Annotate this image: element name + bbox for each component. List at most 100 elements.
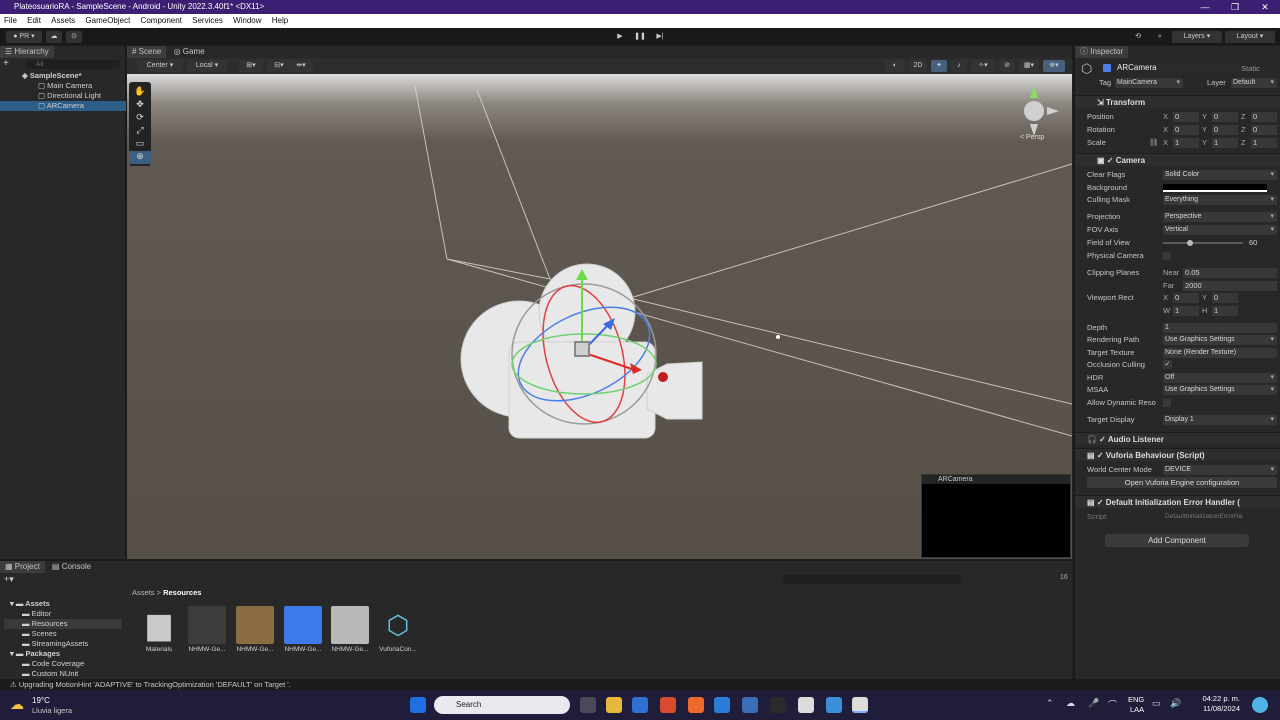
clear-flags-dropdown[interactable]: Solid Color	[1163, 170, 1277, 180]
shading-icon[interactable]: ◐	[885, 60, 905, 72]
world-center-dropdown[interactable]: DEVICE	[1163, 465, 1277, 475]
cloud-icon[interactable]: ☁	[46, 31, 62, 43]
pause-icon[interactable]: ❚❚	[632, 31, 648, 43]
language-secondary[interactable]: LAA	[1130, 705, 1144, 714]
rotation-x-field[interactable]: 0	[1173, 125, 1199, 135]
tab-inspector[interactable]: ⓘ Inspector	[1075, 46, 1129, 58]
tab-game[interactable]: ◎ Game	[169, 46, 210, 58]
clock-date[interactable]: 11/08/2024	[1190, 704, 1240, 713]
scene-root[interactable]: ◈ SampleScene*	[0, 71, 126, 81]
vuforia-config-icon[interactable]: ⬡	[379, 606, 417, 644]
hierarchy-search-input[interactable]: All	[26, 60, 120, 69]
mail-icon[interactable]	[714, 697, 730, 713]
pivot-dropdown[interactable]: Center ▾	[137, 60, 183, 72]
volume-icon[interactable]: 🔊	[1170, 698, 1181, 709]
camera-settings-icon[interactable]: ▦▾	[1019, 60, 1039, 72]
asset-thumb-2[interactable]	[236, 606, 274, 644]
step-icon[interactable]: ▶|	[652, 31, 668, 43]
target-texture-field[interactable]: None (Render Texture)	[1163, 348, 1277, 358]
tab-console[interactable]: ▤ Console	[47, 561, 96, 573]
status-message[interactable]: Upgrading MotionHint 'ADAPTIVE' to Track…	[19, 680, 291, 689]
hierarchy-item-arcamera[interactable]: ▢ ARCamera	[0, 101, 126, 111]
viewport-y-field[interactable]: 0	[1212, 293, 1238, 303]
tab-hierarchy[interactable]: ☰ Hierarchy	[0, 46, 54, 58]
far-field[interactable]: 2000	[1183, 281, 1277, 291]
tree-code-coverage[interactable]: ▬ Code Coverage	[4, 659, 122, 669]
fov-slider-handle[interactable]	[1187, 240, 1193, 246]
occlusion-checkbox[interactable]: ✓	[1163, 360, 1172, 369]
tree-editor[interactable]: ▬ Editor	[4, 609, 122, 619]
viewport-w-field[interactable]: 1	[1173, 306, 1199, 316]
rotate-tool-icon[interactable]: ⟳	[129, 112, 151, 125]
hierarchy-item-main-camera[interactable]: ▢ Main Camera	[0, 81, 126, 91]
network-icon[interactable]: ▭	[1152, 698, 1161, 709]
close-icon[interactable]: ✕	[1250, 0, 1280, 14]
chrome-icon[interactable]	[660, 697, 676, 713]
folder-icon[interactable]: ▆	[140, 606, 178, 644]
language-primary[interactable]: ENG	[1128, 695, 1144, 704]
asset-thumb-3[interactable]	[284, 606, 322, 644]
tree-streaming-assets[interactable]: ▬ StreamingAssets	[4, 639, 122, 649]
move-tool-icon[interactable]: ✥	[129, 99, 151, 112]
position-z-field[interactable]: 0	[1251, 112, 1277, 122]
rotation-z-field[interactable]: 0	[1251, 125, 1277, 135]
tree-packages[interactable]: ▾ ▬ Packages	[4, 649, 122, 659]
mode-2d-toggle[interactable]: 2D	[909, 60, 927, 72]
effects-icon[interactable]: ✧▾	[971, 60, 995, 72]
object-name-field[interactable]: ARCamera	[1115, 63, 1239, 73]
culling-mask-dropdown[interactable]: Everything	[1163, 195, 1277, 205]
breadcrumb-resources[interactable]: Resources	[163, 588, 201, 597]
menu-component[interactable]: Component	[141, 16, 182, 25]
rotation-y-field[interactable]: 0	[1212, 125, 1238, 135]
account-button[interactable]: ● PR ▾	[6, 31, 42, 43]
add-icon[interactable]: +	[3, 59, 13, 69]
static-toggle[interactable]: Static	[1241, 64, 1260, 73]
maximize-icon[interactable]: ❐	[1220, 0, 1250, 14]
project-search-input[interactable]	[782, 575, 962, 584]
wifi-icon[interactable]: ⌒	[1108, 698, 1117, 711]
tree-custom-nunit[interactable]: ▬ Custom NUnit	[4, 669, 122, 679]
rendering-path-dropdown[interactable]: Use Graphics Settings	[1163, 335, 1277, 345]
github-icon[interactable]	[770, 697, 786, 713]
open-vuforia-config-button[interactable]: Open Vuforia Engine configuration	[1087, 477, 1277, 488]
lighting-icon[interactable]: ✦	[931, 60, 947, 72]
fov-slider[interactable]	[1163, 242, 1243, 244]
collab-icon[interactable]: ⊙	[66, 31, 82, 43]
script-field[interactable]: DefaultInitializationErrorHa	[1165, 511, 1242, 523]
audio-listener-header[interactable]: 🎧 ✓ Audio Listener	[1075, 432, 1280, 445]
play-icon[interactable]: ▶	[612, 31, 628, 43]
rect-tool-icon[interactable]: ▭	[129, 138, 151, 151]
weather-temp[interactable]: 19°C	[32, 696, 50, 705]
camera-component-header[interactable]: ▣ ✓ Camera	[1075, 153, 1280, 166]
position-x-field[interactable]: 0	[1173, 112, 1199, 122]
menu-gameobject[interactable]: GameObject	[85, 16, 130, 25]
depth-field[interactable]: 1	[1163, 323, 1277, 333]
fov-value[interactable]: 60	[1247, 237, 1277, 249]
layers-dropdown[interactable]: Layers ▾	[1172, 31, 1222, 43]
grid-snap-icon[interactable]: ⊞▾	[239, 60, 263, 72]
hand-tool-icon[interactable]: ✋	[129, 86, 151, 99]
layer-dropdown[interactable]: Default	[1231, 78, 1277, 88]
scale-z-field[interactable]: 1	[1251, 138, 1277, 148]
breadcrumb-assets[interactable]: Assets	[132, 588, 155, 597]
copilot-icon[interactable]	[1252, 697, 1268, 713]
menu-window[interactable]: Window	[233, 16, 261, 25]
asset-thumb-1[interactable]	[188, 606, 226, 644]
file-explorer-icon[interactable]	[606, 697, 622, 713]
error-handler-header[interactable]: ▤ ✓ Default Initialization Error Handler…	[1075, 495, 1280, 508]
scale-tool-icon[interactable]: ⤢	[129, 125, 151, 138]
menu-services[interactable]: Services	[192, 16, 223, 25]
near-field[interactable]: 0.05	[1183, 268, 1277, 278]
calculator-icon[interactable]	[742, 697, 758, 713]
viewport-h-field[interactable]: 1	[1212, 306, 1238, 316]
minimize-icon[interactable]: —	[1190, 0, 1220, 14]
tab-project[interactable]: ▦ Project	[0, 561, 45, 573]
gizmos-icon[interactable]: ⊕▾	[1043, 60, 1065, 72]
tree-scenes[interactable]: ▬ Scenes	[4, 629, 122, 639]
asset-thumb-4[interactable]	[331, 606, 369, 644]
transform-component-header[interactable]: ⇲ Transform	[1075, 95, 1280, 108]
tag-dropdown[interactable]: MainCamera	[1115, 78, 1183, 88]
msaa-dropdown[interactable]: Use Graphics Settings	[1163, 385, 1277, 395]
tray-chevron-icon[interactable]: ⌃	[1046, 698, 1054, 709]
search-icon[interactable]: ⌕	[1152, 31, 1168, 43]
